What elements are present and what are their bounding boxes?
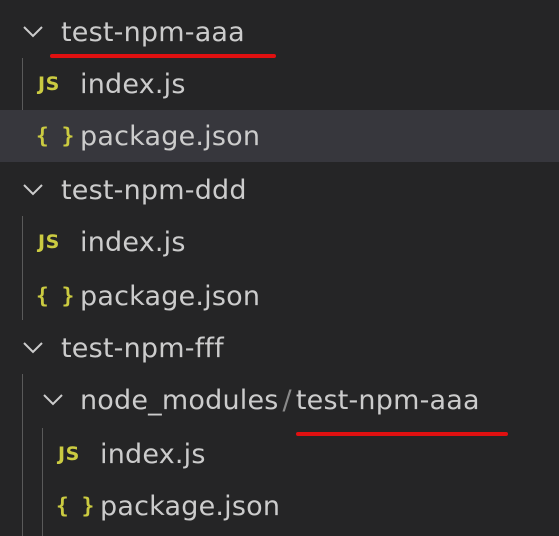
chevron-down-icon[interactable] <box>20 335 46 361</box>
folder-row-test-npm-ddd[interactable]: test-npm-ddd <box>0 164 559 216</box>
file-label: package.json <box>80 280 261 312</box>
folder-segment-test-npm-aaa[interactable]: test-npm-aaa <box>296 385 480 416</box>
folder-label: test-npm-fff <box>61 332 224 364</box>
file-row-index-js[interactable]: JS index.js <box>0 216 559 268</box>
folder-label: test-npm-ddd <box>61 174 247 206</box>
file-row-index-js[interactable]: JS index.js <box>0 428 559 480</box>
file-row-package-json[interactable]: { } package.json <box>0 480 559 532</box>
path-separator: / <box>282 384 292 416</box>
chevron-down-icon[interactable] <box>20 177 46 203</box>
chevron-down-icon[interactable] <box>40 387 66 413</box>
json-file-icon: { } <box>56 494 95 518</box>
folder-row-test-npm-fff[interactable]: test-npm-fff <box>0 322 559 374</box>
folder-row-node-modules-test-npm-aaa[interactable]: node_modules / test-npm-aaa <box>0 374 559 426</box>
file-row-package-json[interactable]: { } package.json <box>0 110 559 162</box>
folder-row-test-npm-aaa[interactable]: test-npm-aaa <box>0 6 559 58</box>
file-label: index.js <box>100 438 206 470</box>
javascript-file-icon: JS <box>58 443 80 465</box>
javascript-file-icon: JS <box>38 73 60 95</box>
json-file-icon: { } <box>36 284 75 308</box>
file-label: index.js <box>80 68 186 100</box>
file-label: package.json <box>100 490 281 522</box>
folder-segment-node-modules[interactable]: node_modules <box>80 385 279 416</box>
javascript-file-icon: JS <box>38 231 60 253</box>
file-label: index.js <box>80 226 186 258</box>
chevron-down-icon[interactable] <box>20 19 46 45</box>
file-row-index-js[interactable]: JS index.js <box>0 58 559 110</box>
file-label: package.json <box>80 120 261 152</box>
json-file-icon: { } <box>36 124 75 148</box>
file-explorer-tree: test-npm-aaa JS index.js { } package.jso… <box>0 0 559 536</box>
compact-folder-path: node_modules / test-npm-aaa <box>80 385 480 416</box>
folder-label: test-npm-aaa <box>61 16 245 48</box>
file-row-package-json[interactable]: { } package.json <box>0 270 559 322</box>
